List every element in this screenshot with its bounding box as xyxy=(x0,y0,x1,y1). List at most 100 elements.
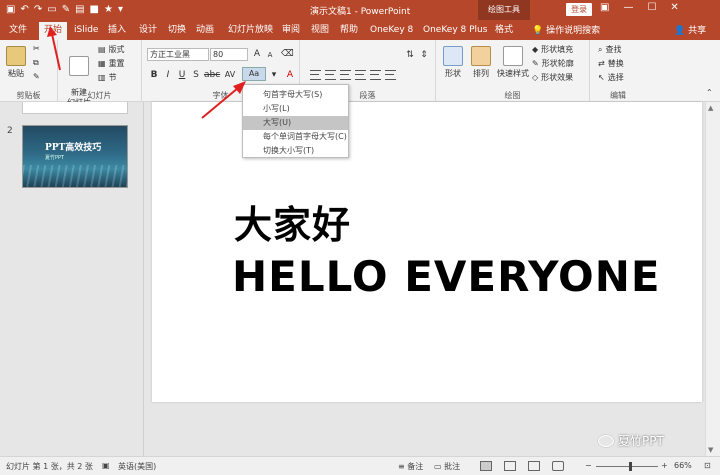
redo-icon[interactable]: ↷ xyxy=(34,3,42,17)
picture-icon[interactable]: ▤ xyxy=(75,3,84,17)
comments-button[interactable]: ▭ 批注 xyxy=(434,461,460,472)
align-center-icon[interactable] xyxy=(325,70,336,80)
arrange-button[interactable]: 排列 xyxy=(468,46,494,79)
quick-styles-button[interactable]: 快速样式 xyxy=(495,46,531,79)
login-button[interactable]: 登录 xyxy=(566,3,592,16)
accessibility-icon[interactable]: ▣ xyxy=(102,461,110,470)
close-icon[interactable]: ✕ xyxy=(670,2,678,13)
tab-view[interactable]: 视图 xyxy=(311,23,329,37)
wechat-icon xyxy=(598,434,614,447)
tell-me-search[interactable]: 💡 操作说明搜索 xyxy=(532,23,600,36)
shapes-button[interactable]: 形状 xyxy=(440,46,466,79)
normal-view-icon[interactable] xyxy=(480,461,492,471)
align-right-icon[interactable] xyxy=(340,70,351,80)
cut-icon[interactable]: ✂ xyxy=(33,44,40,53)
shape-outline-button[interactable]: ✎ 形状轮廓 xyxy=(532,58,574,69)
font-name-combo[interactable]: 方正工业黑 xyxy=(147,48,209,61)
current-slide[interactable]: 大家好 HELLO EVERYONE xyxy=(152,102,702,402)
language-indicator[interactable]: 英语(美国) xyxy=(118,461,156,472)
menu-item-lowercase[interactable]: 小写(L) xyxy=(243,102,348,116)
notes-button[interactable]: ≡ 备注 xyxy=(398,461,423,472)
zoom-level[interactable]: 66% xyxy=(674,461,692,470)
clear-format-icon[interactable]: ⌫ xyxy=(281,48,294,60)
menu-item-uppercase[interactable]: 大写(U) xyxy=(243,116,348,130)
slide-sorter-icon[interactable] xyxy=(504,461,516,471)
font-size-combo[interactable]: 80 xyxy=(210,48,248,61)
slide-thumbnail-1[interactable] xyxy=(22,102,128,114)
more-icon[interactable]: ▾ xyxy=(118,3,123,17)
menu-item-toggle-case[interactable]: 切换大小写(T) xyxy=(243,144,348,158)
shapes-icon xyxy=(443,46,463,66)
drawing-group: 形状 排列 快速样式 ◆ 形状填充 ✎ 形状轮廓 ◇ 形状效果 绘图 xyxy=(436,40,590,102)
new-slide-icon xyxy=(69,56,89,76)
reset-button[interactable]: ▦ 重置 xyxy=(98,58,125,69)
shape-fill-button[interactable]: ◆ 形状填充 xyxy=(532,44,573,55)
menu-item-capitalize-each-word[interactable]: 每个单词首字母大写(C) xyxy=(243,130,348,144)
maximize-icon[interactable]: ☐ xyxy=(647,2,656,13)
shape-effects-button[interactable]: ◇ 形状效果 xyxy=(532,72,573,83)
format-painter-button[interactable]: ✎ xyxy=(33,72,40,81)
zoom-out-icon[interactable]: − xyxy=(585,461,592,470)
tab-slideshow[interactable]: 幻灯片放映 xyxy=(228,23,273,37)
layout-icon: ▤ xyxy=(98,45,106,54)
tab-review[interactable]: 审阅 xyxy=(282,23,300,37)
tab-animations[interactable]: 动画 xyxy=(196,23,214,37)
distribute-icon[interactable] xyxy=(370,70,381,80)
minimize-icon[interactable]: — xyxy=(623,2,633,13)
tab-onekey8[interactable]: OneKey 8 xyxy=(370,23,413,37)
justify-icon[interactable] xyxy=(355,70,366,80)
reading-view-icon[interactable] xyxy=(528,461,540,471)
format-painter-icon[interactable]: ✎ xyxy=(62,3,70,17)
comment-icon: ▭ xyxy=(434,462,442,471)
tab-format[interactable]: 格式 xyxy=(495,23,513,37)
star-icon[interactable]: ★ xyxy=(104,3,113,17)
replace-button[interactable]: ⇄ 替换 xyxy=(598,58,624,69)
scroll-down-icon[interactable]: ▼ xyxy=(708,446,713,454)
square-icon[interactable]: ■ xyxy=(90,3,99,17)
slide-text-greeting-cn[interactable]: 大家好 xyxy=(234,194,351,249)
share-button[interactable]: 👤 共享 xyxy=(674,23,706,36)
slide-number-2: 2 xyxy=(7,126,13,136)
columns-icon[interactable] xyxy=(385,70,396,80)
italic-icon[interactable]: I xyxy=(162,69,174,81)
zoom-slider-thumb[interactable] xyxy=(629,462,633,471)
shape-icon[interactable]: ▭ xyxy=(47,3,56,17)
save-icon[interactable]: ▣ xyxy=(6,3,15,17)
tab-file[interactable]: 文件 xyxy=(9,23,27,37)
align-left-icon[interactable] xyxy=(310,70,321,80)
copy-icon[interactable]: ⧉ xyxy=(33,58,39,68)
paste-button[interactable]: 粘贴 xyxy=(4,46,28,79)
tab-onekey8plus[interactable]: OneKey 8 Plus xyxy=(423,23,487,37)
font-dropdown-icon[interactable]: ▾ xyxy=(268,69,280,81)
bold-icon[interactable]: B xyxy=(148,69,160,81)
find-button[interactable]: ⌕ 查找 xyxy=(598,44,621,55)
tab-help[interactable]: 帮助 xyxy=(340,23,358,37)
font-color-icon[interactable]: A xyxy=(284,69,296,81)
underline-icon[interactable]: U xyxy=(176,69,188,81)
section-button[interactable]: ▥ 节 xyxy=(98,72,117,83)
undo-icon[interactable]: ↶ xyxy=(20,3,28,17)
shrink-font-icon[interactable]: A xyxy=(264,49,276,61)
tab-insert[interactable]: 插入 xyxy=(108,23,126,37)
tab-islide[interactable]: iSlide xyxy=(74,23,98,37)
zoom-in-icon[interactable]: + xyxy=(661,461,668,470)
thumbnail-subtitle: 夏竹PPT xyxy=(45,155,65,161)
grow-font-icon[interactable]: A xyxy=(251,48,263,60)
collapse-ribbon-icon[interactable]: ⌃ xyxy=(706,88,713,97)
tab-design[interactable]: 设计 xyxy=(139,23,157,37)
layout-button[interactable]: ▤ 版式 xyxy=(98,44,125,55)
scroll-up-icon[interactable]: ▲ xyxy=(708,104,713,112)
slide-thumbnail-2[interactable]: PPT高效技巧 夏竹PPT xyxy=(22,125,128,188)
fit-slide-icon[interactable]: ⊡ xyxy=(704,461,711,470)
slideshow-icon[interactable] xyxy=(552,461,564,471)
vertical-scrollbar[interactable]: ▲ ▼ xyxy=(705,102,720,456)
editing-label: 编辑 xyxy=(610,91,626,100)
menu-item-sentence-case[interactable]: 句首字母大写(S) xyxy=(243,88,348,102)
align-text-icon[interactable]: ⇕ xyxy=(418,49,430,61)
select-button[interactable]: ↖ 选择 xyxy=(598,72,624,83)
ribbon-display-icon[interactable]: ▣ xyxy=(600,2,609,13)
text-direction-icon[interactable]: ⇅ xyxy=(404,49,416,61)
slide-text-greeting-en[interactable]: HELLO EVERYONE xyxy=(232,252,661,301)
zoom-slider[interactable] xyxy=(596,466,658,467)
tab-transitions[interactable]: 切换 xyxy=(168,23,186,37)
